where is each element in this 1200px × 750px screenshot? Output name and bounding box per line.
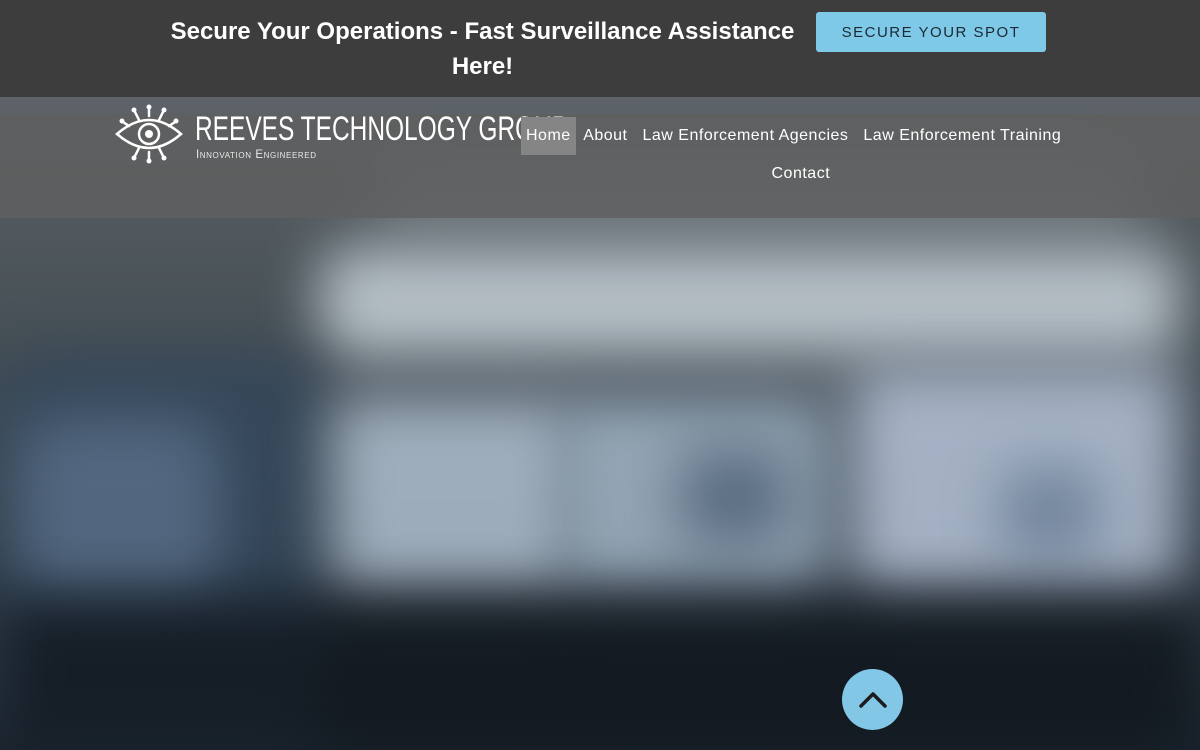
brand-logo[interactable]: REEVES TECHNOLOGY GROUP Innovation Engin… [113, 102, 568, 166]
eye-circuit-logo-icon [115, 104, 183, 164]
nav-item-law-enforcement-training[interactable]: Law Enforcement Training [856, 117, 1069, 155]
brand-tagline: Innovation Engineered [196, 149, 317, 161]
chevron-up-icon [858, 691, 887, 708]
nav-item-about[interactable]: About [576, 117, 635, 155]
scroll-to-top-button[interactable] [842, 669, 903, 730]
secure-your-spot-button[interactable]: SECURE YOUR SPOT [816, 12, 1046, 52]
main-nav: Home About Law Enforcement Agencies Law … [521, 117, 1069, 155]
announcement-bar: Secure Your Operations - Fast Surveillan… [0, 0, 1200, 97]
nav-item-home[interactable]: Home [521, 117, 576, 155]
announcement-text: Secure Your Operations - Fast Surveillan… [170, 18, 795, 80]
brand-name: REEVES TECHNOLOGY GROUP [195, 110, 569, 148]
nav-item-contact[interactable]: Contact [764, 155, 838, 193]
nav-item-law-enforcement-agencies[interactable]: Law Enforcement Agencies [635, 117, 856, 155]
